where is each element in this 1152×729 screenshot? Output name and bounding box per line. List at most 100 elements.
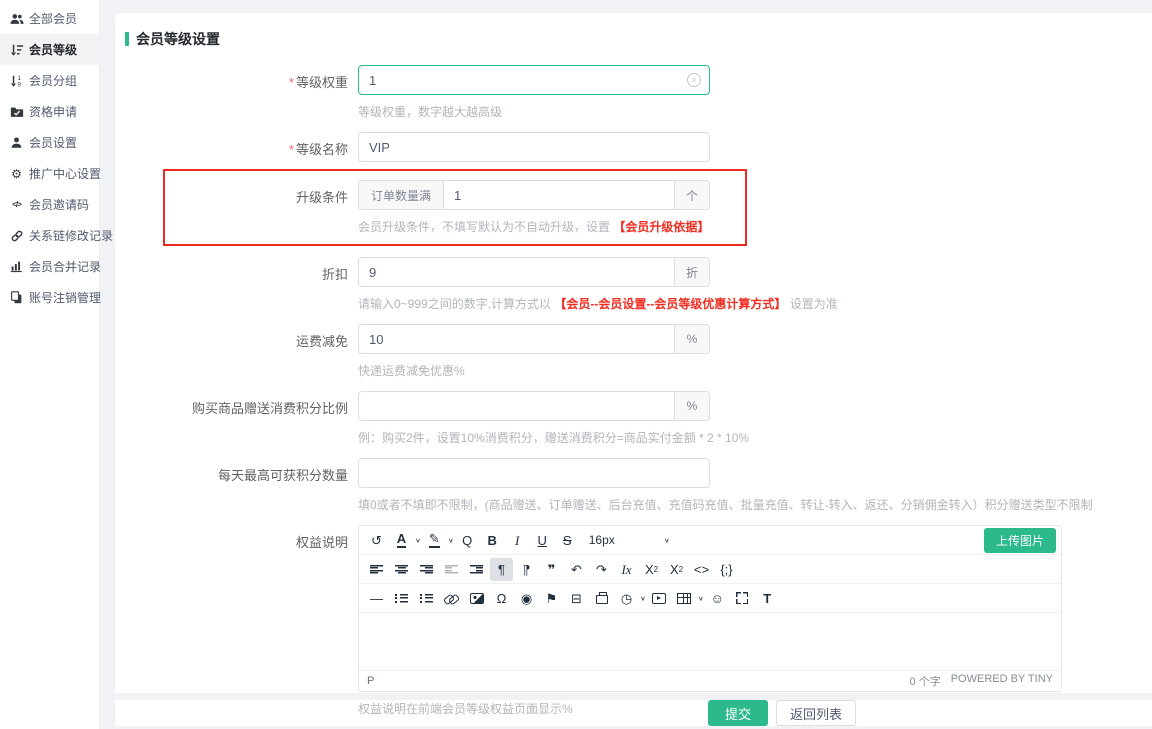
link-icon [9, 228, 24, 243]
discount-calc-link[interactable]: 【会员--会员设置--会员等级优惠计算方式】 [554, 297, 786, 311]
level-weight-help: 等级权重，数字越大越高级 [358, 103, 710, 120]
emoticons-button[interactable]: ☺ [706, 587, 729, 610]
search-replace-button[interactable]: Q [456, 529, 479, 552]
preview-button[interactable]: ◉ [515, 587, 538, 610]
sidebar-item-member-group[interactable]: 19 会员分组 [0, 65, 99, 96]
folder-check-icon [9, 104, 24, 119]
upgrade-basis-link[interactable]: 【会员升级依据】 [613, 220, 709, 234]
form-row-shipping-discount: 运费减免 % 快递运费减免优惠% [125, 324, 1152, 379]
highlight-color-button[interactable]: ✎ [423, 529, 446, 552]
sidebar-item-label: 会员设置 [29, 134, 77, 151]
daily-points-cap-label: 每天最高可获积分数量 [125, 458, 358, 513]
underline-button[interactable]: U [531, 529, 554, 552]
fullscreen-icon [736, 592, 748, 604]
sidebar-item-account-cancellation[interactable]: 账号注销管理 [0, 282, 99, 313]
upgrade-condition-input[interactable] [444, 188, 674, 203]
sidebar-item-label: 账号注销管理 [29, 289, 101, 306]
sidebar-item-member-settings[interactable]: 会员设置 [0, 127, 99, 158]
outdent-button[interactable] [440, 558, 463, 581]
numbered-list-button[interactable] [415, 587, 438, 610]
form-row-benefits: 权益说明 ↺ A ∨ ✎ ∨ Q B I U S [125, 525, 1152, 717]
insert-media-button[interactable] [648, 587, 671, 610]
level-weight-input-wrap: × [358, 65, 710, 95]
special-char-button[interactable]: Ω [490, 587, 513, 610]
ltr-button[interactable]: ¶ [490, 558, 513, 581]
gear-icon: ⚙ [9, 166, 24, 181]
clear-input-icon[interactable]: × [687, 73, 701, 87]
bullet-list-icon [395, 594, 408, 603]
insert-table-button[interactable] [673, 587, 696, 610]
sidebar-item-merge-log[interactable]: 会员合并记录 [0, 251, 99, 282]
sidebar-item-relation-log[interactable]: 关系链修改记录 [0, 220, 99, 251]
italic-button[interactable]: I [506, 529, 529, 552]
align-right-button[interactable] [415, 558, 438, 581]
text-color-button[interactable]: A [390, 529, 413, 552]
chevron-down-icon[interactable]: ∨ [640, 594, 646, 601]
insert-link-button[interactable] [440, 587, 463, 610]
remove-format-button[interactable]: Ix [615, 558, 638, 581]
chevron-down-icon: ∨ [664, 536, 670, 543]
level-name-label: 等级名称 [125, 132, 358, 162]
align-center-icon [395, 565, 408, 574]
bullet-list-button[interactable] [390, 587, 413, 610]
sort-numeric-icon: 19 [9, 73, 24, 88]
upgrade-condition-prepend: 订单数量满 [359, 181, 444, 209]
link-icon [444, 593, 459, 604]
anchor-button[interactable]: ⚑ [540, 587, 563, 610]
code-button[interactable]: <> [690, 558, 713, 581]
chevron-down-icon[interactable]: ∨ [415, 536, 421, 543]
sidebar-item-member-level[interactable]: 会员等级 [0, 34, 99, 65]
points-ratio-suffix: % [674, 392, 709, 420]
points-ratio-label: 购买商品赠送消费积分比例 [125, 391, 358, 446]
insert-image-button[interactable] [465, 587, 488, 610]
indent-button[interactable] [465, 558, 488, 581]
discount-suffix: 折 [674, 258, 709, 286]
level-weight-input[interactable] [359, 73, 687, 88]
benefits-label: 权益说明 [125, 525, 358, 717]
superscript-button[interactable]: X2 [665, 558, 688, 581]
insert-datetime-button[interactable]: ◷ [615, 587, 638, 610]
align-right-icon [420, 565, 433, 574]
code-sample-button[interactable]: {;} [715, 558, 738, 581]
sidebar-item-qualification[interactable]: 资格申请 [0, 96, 99, 127]
editor-content-area[interactable] [359, 613, 1061, 670]
bar-chart-icon [9, 259, 24, 274]
fullscreen-button[interactable] [731, 587, 754, 610]
sidebar-item-invite-code[interactable]: </> 会员邀请码 [0, 189, 99, 220]
indent2em-button[interactable]: T [756, 587, 779, 610]
bold-button[interactable]: B [481, 529, 504, 552]
powered-by-label[interactable]: POWERED BY TINY [951, 673, 1053, 689]
sidebar-item-promotion-center[interactable]: ⚙ 推广中心设置 [0, 158, 99, 189]
upgrade-condition-input-wrap: 订单数量满 个 [358, 180, 710, 210]
restore-draft-button[interactable]: ↺ [365, 529, 388, 552]
page-title: 会员等级设置 [136, 29, 220, 49]
align-left-button[interactable] [365, 558, 388, 581]
horizontal-rule-button[interactable]: — [365, 587, 388, 610]
align-center-button[interactable] [390, 558, 413, 581]
subscript-button[interactable]: X2 [640, 558, 663, 581]
daily-points-cap-input[interactable] [359, 466, 709, 481]
level-name-input[interactable] [359, 140, 709, 155]
sidebar-item-all-members[interactable]: 全部会员 [0, 3, 99, 34]
media-icon [652, 593, 666, 604]
discount-input[interactable] [359, 265, 674, 280]
daily-points-cap-input-wrap [358, 458, 710, 488]
points-ratio-input[interactable] [359, 399, 674, 414]
redo-button[interactable]: ↷ [590, 558, 613, 581]
upload-image-button[interactable]: 上传图片 [984, 528, 1056, 553]
undo-button[interactable]: ↶ [565, 558, 588, 581]
sidebar-item-label: 会员等级 [29, 41, 77, 58]
strikethrough-button[interactable]: S [556, 529, 579, 552]
upgrade-condition-help: 会员升级条件，不填写默认为不自动升级，设置 【会员升级依据】 [358, 218, 710, 235]
shipping-discount-input[interactable] [359, 332, 674, 347]
font-size-select[interactable]: 16px∨ [582, 533, 678, 547]
print-button[interactable] [590, 587, 613, 610]
page-break-button[interactable]: ⊟ [565, 587, 588, 610]
copy-file-icon [9, 290, 24, 305]
chevron-down-icon[interactable]: ∨ [698, 594, 704, 601]
blockquote-button[interactable]: ❞ [540, 558, 563, 581]
chevron-down-icon[interactable]: ∨ [448, 536, 454, 543]
form-row-discount: 折扣 折 请输入0~999之间的数字,计算方式以 【会员--会员设置--会员等级… [125, 257, 1152, 312]
rtl-button[interactable]: ¶ [515, 558, 538, 581]
indent-icon [470, 565, 483, 574]
